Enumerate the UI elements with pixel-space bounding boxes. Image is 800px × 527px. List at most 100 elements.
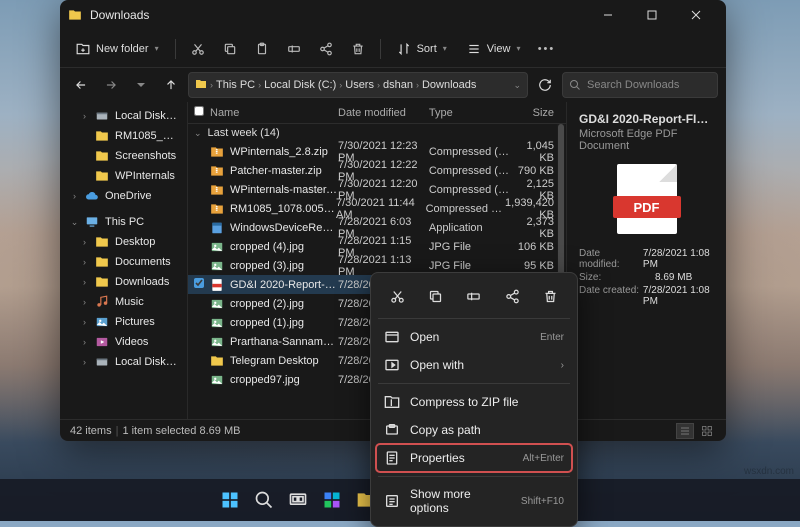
separator (175, 39, 176, 59)
disk-icon (95, 109, 109, 123)
separator (378, 383, 570, 384)
status-item-count: 42 items (70, 425, 112, 437)
sidebar-item[interactable]: › Local Disk (C:) (60, 352, 187, 372)
breadcrumb-item[interactable]: Users (345, 79, 374, 91)
rename-icon[interactable] (459, 282, 489, 310)
file-name: cropped (2).jpg (230, 298, 304, 310)
sidebar-item[interactable]: › Videos (60, 332, 187, 352)
breadcrumb[interactable]: › This PC› Local Disk (C:)› Users› dshan… (188, 72, 528, 98)
sidebar-item[interactable]: › OneDrive (60, 186, 187, 206)
file-name: RM1085_1078.0053.10586.13169.12742… (230, 203, 336, 215)
sidebar-item[interactable]: › Desktop (60, 232, 187, 252)
forward-button[interactable] (98, 72, 124, 98)
breadcrumb-item[interactable]: Local Disk (C:) (264, 79, 336, 91)
new-folder-button[interactable]: New folder ▾ (68, 38, 167, 60)
thumbnails-view-button[interactable] (698, 423, 716, 439)
separator (378, 318, 570, 319)
search-input[interactable]: Search Downloads (562, 72, 718, 98)
file-name: GD&I 2020-Report-FINAL-2020-10-19-… (230, 279, 338, 291)
chevron-icon: › (80, 357, 89, 367)
file-name: WPinternals_2.8.zip (230, 146, 328, 158)
chevron-icon: › (80, 237, 89, 247)
folder-icon (210, 354, 224, 368)
sidebar-item[interactable]: › Music (60, 292, 187, 312)
context-item-copy-as-path[interactable]: Copy as path (376, 416, 572, 444)
minimize-button[interactable] (586, 0, 630, 30)
sidebar-item-label: Pictures (115, 316, 155, 328)
titlebar[interactable]: Downloads (60, 0, 726, 30)
breadcrumb-item[interactable]: dshan (383, 79, 413, 91)
delete-button[interactable] (344, 35, 372, 63)
breadcrumb-item[interactable]: Downloads (422, 79, 476, 91)
sidebar-item[interactable]: › Documents (60, 252, 187, 272)
context-item-open[interactable]: Open Enter (376, 323, 572, 351)
back-button[interactable] (68, 72, 94, 98)
rename-button[interactable] (280, 35, 308, 63)
sidebar-item-label: Videos (115, 336, 148, 348)
context-item-compress-to-zip-file[interactable]: Compress to ZIP file (376, 388, 572, 416)
view-button[interactable]: View ▾ (459, 38, 529, 60)
context-shortcut: Alt+Enter (523, 453, 564, 464)
close-button[interactable] (674, 0, 718, 30)
share-icon[interactable] (497, 282, 527, 310)
start-button[interactable] (216, 486, 244, 514)
share-button[interactable] (312, 35, 340, 63)
img-icon (210, 373, 224, 387)
column-type[interactable]: Type (429, 107, 510, 119)
copy-button[interactable] (216, 35, 244, 63)
maximize-button[interactable] (630, 0, 674, 30)
sidebar[interactable]: › Local Disk (C:) RM1085_1078.0… Screens… (60, 102, 188, 419)
chevron-icon: › (80, 317, 89, 327)
sidebar-item-label: Local Disk (C:) (115, 110, 179, 122)
separator (380, 39, 381, 59)
sidebar-item-label: Downloads (115, 276, 169, 288)
sidebar-item[interactable]: RM1085_1078.0… (60, 126, 187, 146)
context-item-show-more-options[interactable]: Show more options Shift+F10 (376, 481, 572, 521)
cloud-icon (85, 189, 99, 203)
column-headers[interactable]: Name Date modified Type Size (188, 102, 566, 124)
search-button[interactable] (250, 486, 278, 514)
row-checkbox[interactable] (194, 278, 204, 291)
file-name: Telegram Desktop (230, 355, 319, 367)
file-name: cropped97.jpg (230, 374, 300, 386)
column-date[interactable]: Date modified (338, 107, 429, 119)
img-icon (210, 240, 224, 254)
column-size[interactable]: Size (509, 107, 566, 119)
cut-button[interactable] (184, 35, 212, 63)
recent-button[interactable] (128, 72, 154, 98)
select-all-checkbox[interactable] (194, 106, 204, 116)
paste-button[interactable] (248, 35, 276, 63)
chevron-down-icon[interactable]: ⌄ (513, 80, 521, 91)
sidebar-item[interactable]: WPInternals (60, 166, 187, 186)
window-title: Downloads (90, 8, 586, 22)
folder-icon (95, 129, 109, 143)
context-menu[interactable]: Open Enter Open with › Compress to ZIP f… (370, 272, 578, 527)
column-name[interactable]: Name (210, 107, 239, 119)
details-title: GD&I 2020-Report-FINAL-202… (579, 112, 714, 126)
context-item-open-with[interactable]: Open with › (376, 351, 572, 379)
up-button[interactable] (158, 72, 184, 98)
details-view-button[interactable] (676, 423, 694, 439)
widgets-button[interactable] (318, 486, 346, 514)
context-item-label: Open with (410, 358, 551, 372)
search-icon (569, 79, 581, 91)
refresh-button[interactable] (532, 72, 558, 98)
sidebar-item[interactable]: Screenshots (60, 146, 187, 166)
img-icon (210, 335, 224, 349)
context-item-properties[interactable]: Properties Alt+Enter (376, 444, 572, 472)
details-property: Date created:7/28/2021 1:08 PM (579, 285, 714, 307)
search-placeholder: Search Downloads (587, 79, 679, 91)
sidebar-item[interactable]: › Downloads (60, 272, 187, 292)
sidebar-item[interactable]: › Pictures (60, 312, 187, 332)
folder-icon (95, 169, 109, 183)
new-folder-label: New folder (96, 43, 149, 55)
sort-button[interactable]: Sort ▾ (389, 38, 455, 60)
copy-icon[interactable] (421, 282, 451, 310)
taskview-button[interactable] (284, 486, 312, 514)
cut-icon[interactable] (382, 282, 412, 310)
more-button[interactable]: ••• (532, 35, 560, 63)
sidebar-item[interactable]: › Local Disk (C:) (60, 106, 187, 126)
delete-icon[interactable] (536, 282, 566, 310)
sidebar-item[interactable]: ⌄ This PC (60, 212, 187, 232)
breadcrumb-item[interactable]: This PC (216, 79, 255, 91)
